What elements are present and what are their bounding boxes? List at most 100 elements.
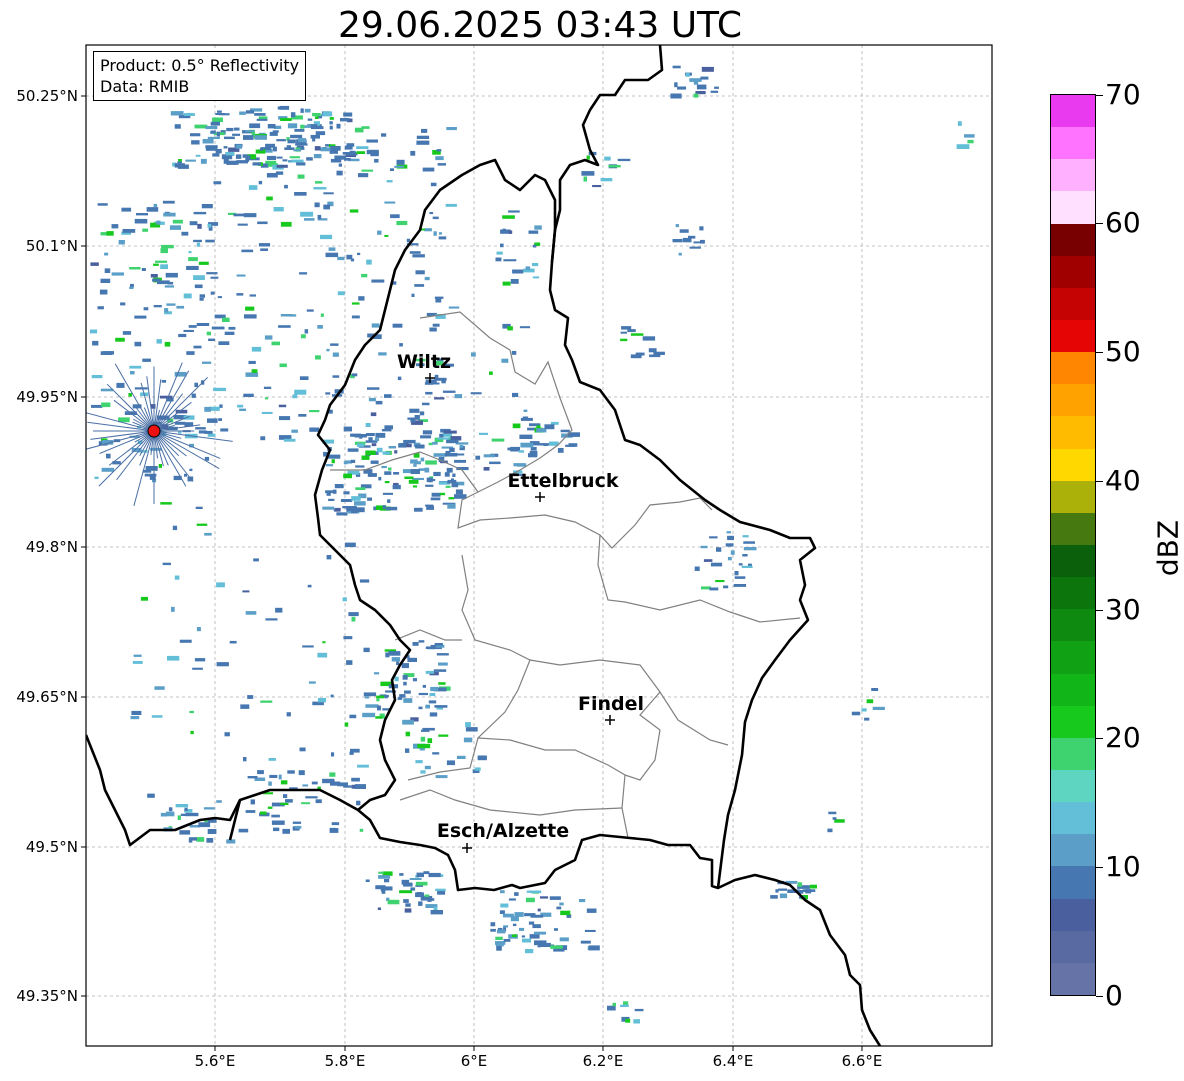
radar-echo-cell [703,559,713,562]
colorbar-swatch [1051,673,1095,706]
radar-echo-cell [415,270,425,275]
radar-echo-cell [425,704,430,709]
radar-echo-cell [549,896,561,900]
radar-echo-cell [797,882,803,887]
radar-echo-cell [715,580,725,583]
radar-echo-cell [727,535,734,541]
radar-echo-cell [115,337,125,342]
radar-echo-cell [514,912,524,917]
radar-echo-cell [403,681,407,686]
radar-echo-cell [211,130,216,134]
radar-echo-cell [537,443,550,446]
radar-echo-cell [396,661,400,666]
radar-echo-cell [437,437,450,440]
radar-echo-cell [150,274,158,278]
radar-echo-cell [502,281,511,286]
radar-echo-cell [617,158,631,162]
radar-echo-cell [497,929,506,934]
radar-echo-cell [633,1019,640,1024]
radar-echo-cell [359,435,363,439]
radar-echo-cell [612,1002,616,1007]
radar-echo-cell [770,895,778,899]
radar-echo-cell [416,872,424,878]
radar-echo-cell [620,1004,629,1007]
radar-echo-cell [422,684,426,688]
radar-echo-cell [434,374,439,379]
radar-echo-cell [625,1018,631,1023]
radar-echo-cell [405,748,410,753]
radar-echo-cell [243,213,257,218]
radar-echo-cell [329,828,339,833]
radar-echo-cell [414,507,423,512]
radar-echo-cell [285,799,293,803]
radar-echo-cell [417,743,431,749]
radar-echo-cell [410,459,418,464]
radar-echo-cell [196,242,201,247]
radar-echo-cell [359,579,370,583]
radar-echo-cell [275,607,283,613]
radar-echo-cell [351,315,360,319]
radar-echo-cell [210,121,220,126]
radar-echo-cell [410,419,416,423]
radar-echo-cell [433,471,441,477]
radar-echo-cell [97,306,104,310]
radar-echo-cell [428,872,441,878]
radar-echo-cell [216,131,220,137]
radar-echo-cell [299,747,306,752]
radar-echo-cell [151,715,163,718]
radar-echo-cell [648,348,657,353]
radar-echo-cell [271,341,280,346]
radar-echo-cell [620,331,627,334]
radar-echo-cell [384,234,389,237]
radar-echo-cell [428,700,437,704]
radar-echo-cell [201,204,213,209]
radar-echo-cell [510,916,519,922]
radar-echo-cell [273,207,284,212]
radar-echo-cell [286,712,291,717]
radar-echo-cell [380,886,393,891]
radar-echo-cell [404,476,414,479]
radar-echo-cell [283,438,296,442]
radar-echo-cell [674,82,678,88]
radar-echo-cell [432,216,439,220]
radar-echo-cell [361,273,368,278]
radar-echo-cell [490,922,496,927]
radar-echo-cell [579,899,586,903]
radar-echo-cell [133,654,142,657]
colorbar-swatch [1051,802,1095,835]
radar-echo-cell [412,477,424,480]
radar-echo-cell [259,147,263,151]
radar-echo-cell [299,376,309,380]
radar-echo-cell [268,758,276,761]
radar-echo-cell [258,243,271,247]
radar-echo-cell [716,547,722,552]
radar-echo-cell [155,260,167,263]
radar-echo-cell [337,256,345,261]
lat-tick-label: 49.8°N [25,538,78,556]
radar-echo-cell [205,239,215,243]
radar-echo-cell [311,781,318,785]
radar-echo-cell [344,722,349,727]
radar-echo-cell [700,239,705,244]
radar-echo-cell [315,131,326,136]
radar-echo-cell [161,380,167,383]
radar-echo-cell [239,408,246,411]
radar-echo-cell [529,934,540,939]
radar-echo-cell [872,706,885,710]
radar-echo-cell [265,160,277,164]
radar-echo-cell [556,906,562,910]
radar-echo-cell [387,499,391,503]
radar-echo-cell [424,467,430,473]
radar-echo-cell [304,218,315,221]
radar-echo-cell [742,535,749,538]
radar-echo-cell [185,812,199,817]
radar-echo-cell [356,151,366,154]
radar-echo-cell [327,454,341,459]
radar-echo-cell [726,531,731,534]
radar-echo-cell [351,616,356,622]
radar-echo-cell [709,536,718,539]
radar-echo-cell [337,782,348,787]
radar-echo-cell [351,777,360,782]
radar-echo-cell [297,174,305,179]
radar-echo-cell [537,945,541,948]
